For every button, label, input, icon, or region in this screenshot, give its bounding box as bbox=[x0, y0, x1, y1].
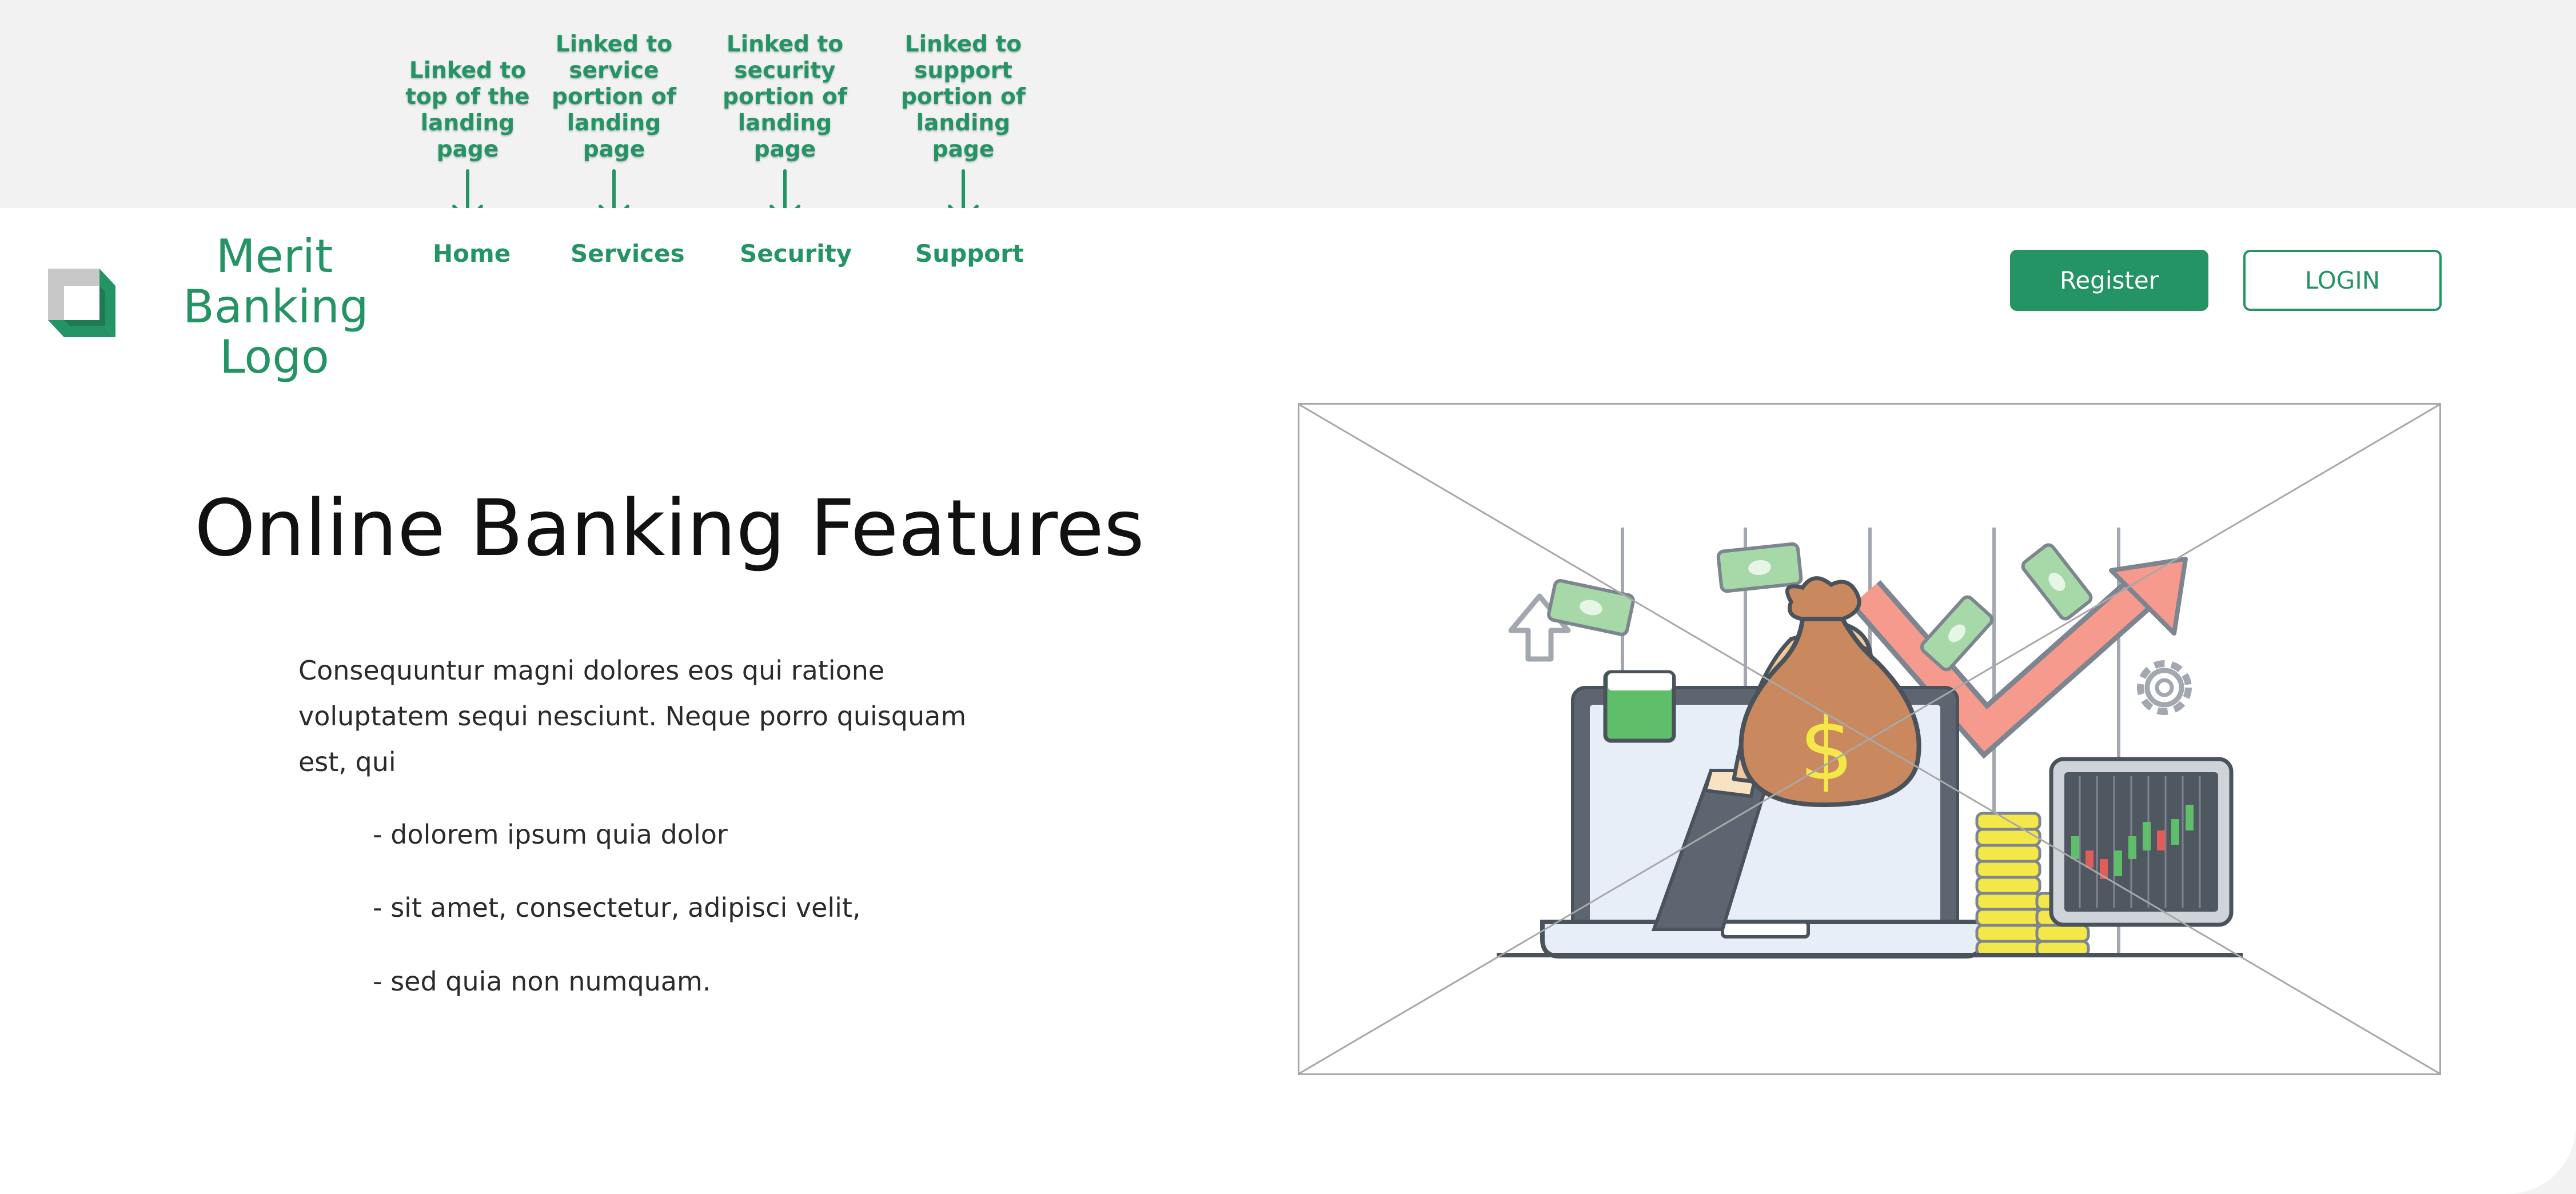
login-button[interactable]: LOGIN bbox=[2243, 250, 2442, 311]
gear-icon bbox=[2137, 660, 2192, 715]
logo-text[interactable]: Merit Banking Logo bbox=[183, 231, 369, 382]
annotation-line: security bbox=[734, 58, 836, 83]
annotation-line: landing bbox=[916, 110, 1011, 136]
annotation-line: landing bbox=[737, 110, 832, 136]
annotation-line: Linked to bbox=[409, 58, 527, 83]
annotation-line: service bbox=[569, 58, 659, 83]
page-title: Online Banking Features bbox=[194, 484, 1145, 574]
annotation-line: portion of bbox=[901, 84, 1026, 110]
candlestick-monitor-icon bbox=[2049, 757, 2234, 927]
nav-services[interactable]: Services bbox=[571, 239, 685, 269]
register-button[interactable]: Register bbox=[2010, 250, 2208, 311]
annotation-line: landing bbox=[567, 110, 661, 136]
annotation-line: Linked to bbox=[555, 31, 673, 57]
annotation-line: portion of bbox=[552, 84, 676, 110]
annotation-services: Linked to service portion of landing pag… bbox=[551, 31, 677, 226]
feature-bullet: - sit amet, consectetur, adipisci velit, bbox=[373, 892, 861, 923]
feature-bullet: - sed quia non numquam. bbox=[373, 966, 711, 997]
annotation-line: page bbox=[436, 137, 499, 162]
nav-support[interactable]: Support bbox=[915, 239, 1024, 269]
annotation-line: page bbox=[753, 137, 816, 162]
annotation-line: portion of bbox=[723, 84, 847, 110]
annotation-home: Linked to top of the landing page bbox=[405, 58, 531, 226]
nav-home[interactable]: Home bbox=[433, 239, 511, 269]
annotation-line: top of the bbox=[405, 84, 530, 110]
annotation-support: Linked to support portion of landing pag… bbox=[900, 31, 1026, 226]
annotation-line: support bbox=[914, 58, 1012, 83]
nav-security[interactable]: Security bbox=[740, 239, 852, 269]
banknote-icon bbox=[1603, 670, 1676, 743]
page-root: Linked to top of the landing page Linked… bbox=[0, 0, 2576, 1194]
annotation-line: page bbox=[932, 137, 995, 162]
svg-text:$: $ bbox=[1799, 700, 1853, 800]
intro-paragraph: Consequuntur magni dolores eos qui ratio… bbox=[298, 655, 967, 777]
hero-image-placeholder: $ bbox=[1298, 403, 2441, 1075]
annotation-line: Linked to bbox=[726, 31, 844, 57]
annotation-line: Linked to bbox=[904, 31, 1022, 57]
hero-illustration: $ bbox=[1299, 405, 2439, 1073]
annotation-line: page bbox=[583, 137, 645, 162]
annotation-security: Linked to security portion of landing pa… bbox=[722, 31, 848, 226]
feature-bullet: - dolorem ipsum quia dolor bbox=[373, 819, 728, 850]
annotation-line: landing bbox=[420, 110, 515, 136]
logo-icon[interactable] bbox=[48, 269, 117, 340]
